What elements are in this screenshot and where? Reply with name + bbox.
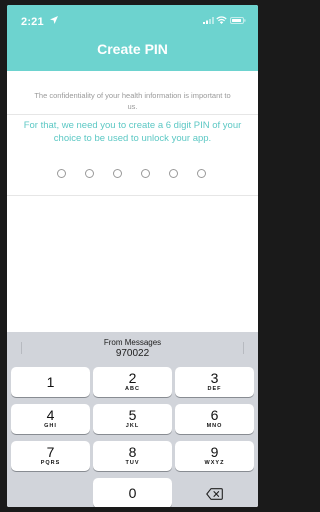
key-digit: 0 <box>128 485 137 501</box>
key-letters: TUV <box>125 460 140 466</box>
location-arrow-icon <box>50 16 58 24</box>
numeric-keyboard: From Messages 970022 1 2 ABC 3 DEF 4 GHI… <box>7 332 258 507</box>
status-time: 2:21 <box>21 16 44 28</box>
autofill-suggestion[interactable]: From Messages 970022 <box>7 332 258 364</box>
delete-key[interactable] <box>175 479 254 507</box>
confidentiality-text: The confidentiality of your health infor… <box>34 91 231 111</box>
key-letters: PQRS <box>40 460 61 466</box>
key-3[interactable]: 3 DEF <box>175 367 254 397</box>
suggestion-source: From Messages <box>103 338 162 347</box>
status-bar: 2:21 <box>7 5 258 35</box>
key-digit: 7 <box>46 444 55 460</box>
pin-dot <box>113 169 122 178</box>
suggestion-code: 970022 <box>115 348 150 359</box>
wifi-icon <box>216 16 227 24</box>
pin-dot <box>85 169 94 178</box>
pin-dot <box>197 169 206 178</box>
signal-icon <box>203 17 214 24</box>
phone-screen: 2:21 Create PIN The confidentiality of y… <box>7 5 258 507</box>
key-9[interactable]: 9 WXYZ <box>175 441 254 471</box>
key-digit: 9 <box>210 444 219 460</box>
header: 2:21 Create PIN <box>7 5 258 71</box>
key-letters: JKL <box>125 423 140 429</box>
pin-dot <box>169 169 178 178</box>
key-7[interactable]: 7 PQRS <box>11 441 90 471</box>
key-4[interactable]: 4 GHI <box>11 404 90 434</box>
divider <box>243 342 244 354</box>
backspace-icon <box>206 488 223 500</box>
key-digit: 1 <box>46 374 55 390</box>
key-digit: 6 <box>210 407 219 423</box>
key-letters: ABC <box>125 386 140 392</box>
key-digit: 3 <box>210 370 219 386</box>
key-letters: GHI <box>44 423 57 429</box>
pin-input[interactable] <box>57 169 217 181</box>
instruction-text: For that, we need you to create a 6 digi… <box>23 120 242 144</box>
key-8[interactable]: 8 TUV <box>93 441 172 471</box>
divider <box>7 195 258 196</box>
key-1[interactable]: 1 <box>11 367 90 397</box>
page-title: Create PIN <box>97 41 168 57</box>
key-digit: 5 <box>128 407 137 423</box>
key-2[interactable]: 2 ABC <box>93 367 172 397</box>
pin-dot <box>57 169 66 178</box>
key-5[interactable]: 5 JKL <box>93 404 172 434</box>
key-letters: WXYZ <box>204 460 225 466</box>
key-digit: 2 <box>128 370 137 386</box>
battery-icon <box>230 17 246 24</box>
pin-dot <box>141 169 150 178</box>
key-6[interactable]: 6 MNO <box>175 404 254 434</box>
divider <box>7 114 258 115</box>
key-0[interactable]: 0 <box>93 478 172 507</box>
key-letters: MNO <box>206 423 223 429</box>
key-digit: 8 <box>128 444 137 460</box>
key-letters: DEF <box>207 386 222 392</box>
key-digit: 4 <box>46 407 55 423</box>
